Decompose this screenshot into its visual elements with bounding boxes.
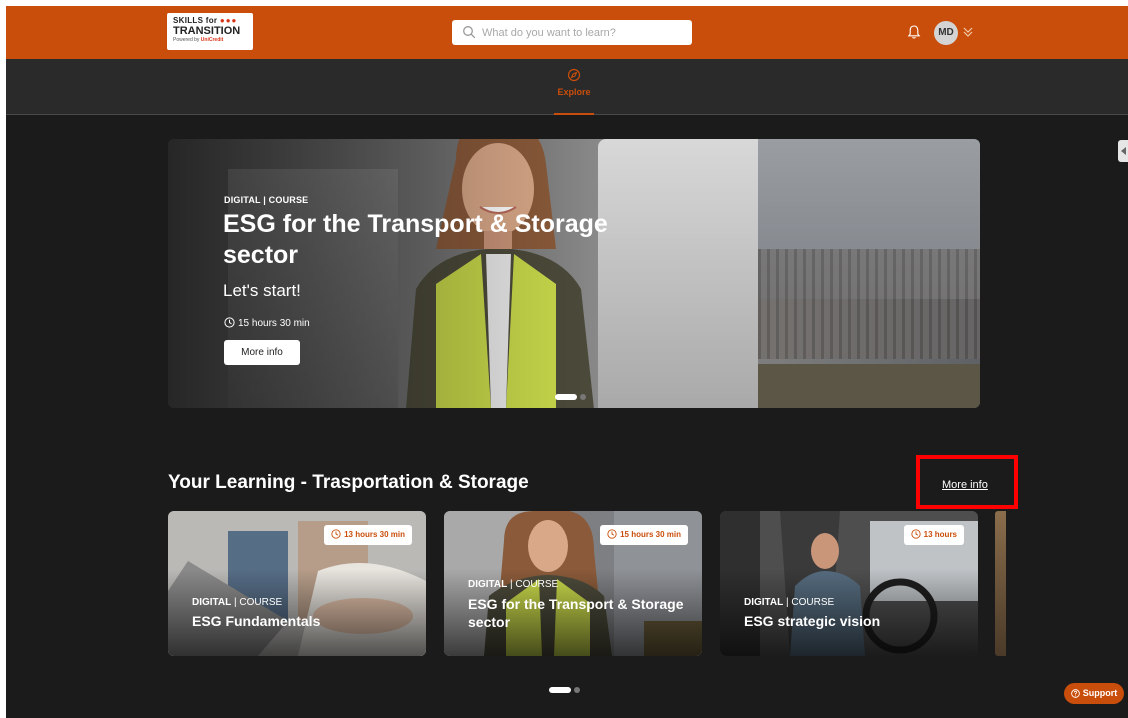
hero-title: ESG for the Transport & Storage sector: [223, 210, 608, 269]
course-card-title: ESG Fundamentals: [192, 613, 321, 629]
section-title: Your Learning - Trasportation & Storage: [168, 472, 529, 493]
course-card-kicker: DIGITAL | COURSE: [192, 597, 282, 608]
brand-partner: UniCredit: [200, 37, 224, 43]
duration-text: 13 hours 30 min: [344, 530, 405, 539]
support-button[interactable]: Support: [1064, 683, 1124, 704]
hero-duration-text: 15 hours 30 min: [238, 318, 310, 329]
course-card-title: ESG for the Transport & Storage sector: [468, 596, 684, 630]
carousel-dot-active[interactable]: [549, 686, 571, 693]
clock-icon: [911, 529, 921, 539]
brand-logo[interactable]: SKILLS for ●●● TRANSITION Powered by Uni…: [167, 13, 253, 50]
hero-carousel-dots: [555, 388, 589, 406]
course-card[interactable]: 13 hours 30 min DIGITAL | COURSE ESG Fun…: [168, 511, 426, 656]
search-icon: [463, 26, 476, 39]
search-input[interactable]: [482, 23, 682, 42]
explore-icon: [567, 68, 581, 82]
clock-icon: [607, 529, 617, 539]
app-window: SKILLS for ●●● TRANSITION Powered by Uni…: [6, 6, 1128, 718]
course-card-title: ESG strategic vision: [744, 613, 881, 629]
carousel-dot[interactable]: [580, 393, 586, 400]
cards-carousel-dots: [549, 681, 583, 699]
course-kind: COURSE: [791, 597, 835, 608]
course-type: DIGITAL: [744, 597, 784, 608]
highlight-box: [916, 455, 1018, 509]
clock-icon: [224, 317, 235, 328]
bell-icon[interactable]: [907, 24, 921, 40]
hero-kicker: DIGITAL | COURSE: [224, 195, 309, 205]
carousel-dot[interactable]: [574, 686, 580, 693]
search-box[interactable]: [452, 20, 692, 45]
course-card[interactable]: 13 hours DIGITAL | COURSE ESG strategic …: [720, 511, 978, 656]
course-card-peek[interactable]: [995, 511, 1006, 656]
chevron-left-icon: [1121, 147, 1126, 155]
brand-line1: SKILLS for: [173, 16, 218, 25]
carousel-dot-active[interactable]: [555, 393, 577, 400]
course-kind: COURSE: [515, 579, 559, 590]
tab-explore-label: Explore: [557, 87, 591, 97]
support-label: Support: [1082, 688, 1118, 698]
hero-duration: 15 hours 30 min: [224, 317, 310, 329]
course-type: DIGITAL: [192, 597, 232, 608]
duration-badge: 15 hours 30 min: [600, 525, 688, 545]
brand-line2: TRANSITION: [173, 25, 241, 37]
top-bar: SKILLS for ●●● TRANSITION Powered by Uni…: [6, 6, 1128, 59]
course-kind: COURSE: [239, 597, 283, 608]
chevron-down-icon[interactable]: [962, 25, 974, 39]
course-card-kicker: DIGITAL | COURSE: [468, 579, 558, 590]
sub-navigation: Explore: [6, 59, 1128, 115]
hero-more-info-button[interactable]: More info: [224, 340, 300, 365]
duration-badge: 13 hours 30 min: [324, 525, 412, 545]
hero-banner[interactable]: DIGITAL | COURSE ESG for the Transport &…: [168, 139, 980, 408]
duration-text: 15 hours 30 min: [620, 530, 681, 539]
course-type: DIGITAL: [468, 579, 508, 590]
help-icon: [1070, 689, 1080, 698]
brand-dots: ●●●: [219, 16, 238, 25]
course-card[interactable]: 15 hours 30 min DIGITAL | COURSE ESG for…: [444, 511, 702, 656]
clock-icon: [331, 529, 341, 539]
avatar[interactable]: MD: [934, 21, 958, 45]
hero-subtitle: Let's start!: [223, 281, 301, 300]
tab-explore[interactable]: Explore: [554, 68, 594, 115]
brand-powered-by: Powered by: [173, 37, 200, 43]
duration-badge: 13 hours: [903, 525, 964, 545]
course-card-kicker: DIGITAL | COURSE: [744, 597, 834, 608]
side-panel-toggle[interactable]: [1118, 140, 1128, 162]
duration-text: 13 hours: [923, 530, 957, 539]
